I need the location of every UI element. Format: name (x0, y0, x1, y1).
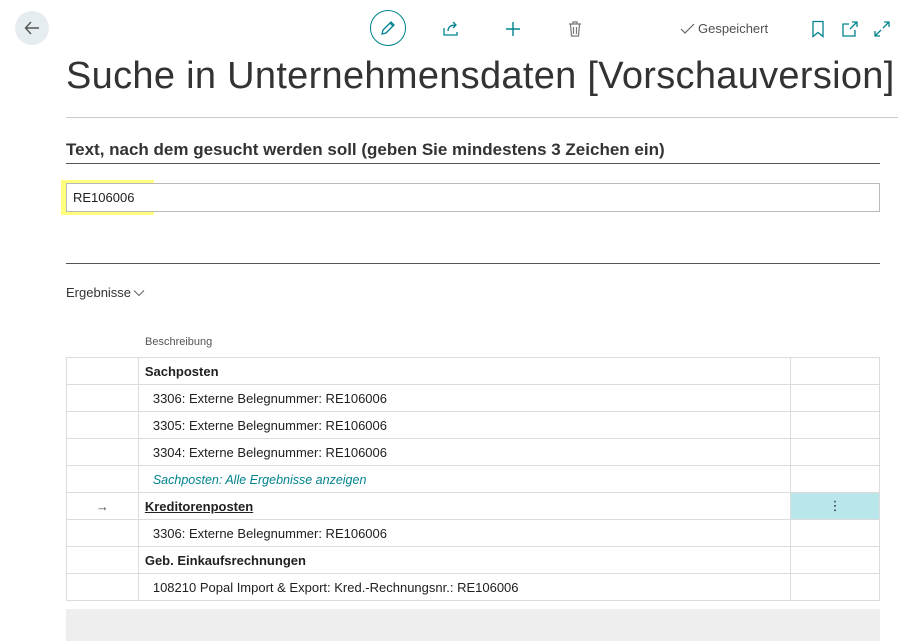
result-item[interactable]: 3305: Externe Belegnummer: RE106006 (137, 411, 792, 439)
row-action-cell (790, 519, 880, 547)
result-item[interactable]: 3306: Externe Belegnummer: RE106006 (137, 384, 792, 412)
column-header-beschreibung: Beschreibung (145, 336, 213, 348)
row-marker-cell (66, 384, 139, 412)
more-options-icon: ⋮ (828, 498, 842, 513)
search-section-divider (66, 163, 880, 164)
results-table: Sachposten 3306: Externe Belegnummer: RE… (66, 357, 880, 601)
table-row: Geb. Einkaufsrechnungen (66, 546, 880, 574)
row-marker-cell (66, 465, 139, 493)
show-all-results-link-cell[interactable]: Sachposten: Alle Ergebnisse anzeigen (137, 465, 792, 493)
search-input[interactable] (67, 184, 879, 211)
save-status: Gespeichert (680, 21, 768, 36)
row-action-cell (790, 411, 880, 439)
search-field[interactable] (66, 183, 880, 212)
row-action-cell (790, 438, 880, 466)
row-action-cell (790, 546, 880, 574)
table-row[interactable]: 3305: Externe Belegnummer: RE106006 (66, 411, 880, 439)
page-title: Suche in Unternehmensdaten [Vorschauvers… (66, 55, 895, 97)
table-row: Sachposten (66, 357, 880, 385)
row-marker-cell (66, 411, 139, 439)
search-label: Text, nach dem gesucht werden soll (gebe… (66, 140, 665, 159)
expand-icon (874, 21, 890, 37)
result-item[interactable]: 108210 Popal Import & Export: Kred.-Rech… (137, 573, 792, 601)
group-heading[interactable]: Kreditorenposten (137, 492, 792, 520)
open-new-window-icon (842, 21, 858, 37)
edit-pencil-icon (381, 21, 395, 35)
edit-button[interactable] (370, 10, 406, 46)
table-row[interactable]: 3306: Externe Belegnummer: RE106006 (66, 384, 880, 412)
title-divider (66, 117, 898, 118)
row-action-cell (790, 357, 880, 385)
row-action-cell (790, 384, 880, 412)
trash-icon (569, 21, 581, 37)
plus-icon (506, 22, 520, 36)
row-marker-cell (66, 519, 139, 547)
table-row[interactable]: 108210 Popal Import & Export: Kred.-Rech… (66, 573, 880, 601)
table-row[interactable]: Sachposten: Alle Ergebnisse anzeigen (66, 465, 880, 493)
delete-button[interactable] (565, 12, 585, 46)
group-heading: Geb. Einkaufsrechnungen (137, 546, 792, 574)
row-menu-button[interactable]: ⋮ (790, 492, 880, 520)
share-icon (443, 21, 458, 36)
open-in-new-window-button[interactable] (840, 12, 860, 46)
row-marker-cell (66, 546, 139, 574)
bookmark-icon (812, 20, 824, 38)
save-status-label: Gespeichert (698, 21, 769, 36)
row-action-cell (790, 573, 880, 601)
results-label: Ergebnisse (66, 285, 132, 300)
back-button[interactable] (15, 11, 49, 45)
current-row-arrow-icon: → (95, 498, 109, 514)
row-marker-cell (66, 357, 139, 385)
expand-button[interactable] (872, 12, 892, 46)
chevron-down-icon (133, 289, 145, 296)
table-row[interactable]: 3306: Externe Belegnummer: RE106006 (66, 519, 880, 547)
new-button[interactable] (502, 12, 524, 46)
results-section-divider (66, 263, 880, 264)
result-item[interactable]: 3306: Externe Belegnummer: RE106006 (137, 519, 792, 547)
row-marker-cell (66, 573, 139, 601)
group-heading: Sachposten (137, 357, 792, 385)
show-all-results-link[interactable]: Sachposten: Alle Ergebnisse anzeigen (153, 473, 367, 487)
row-action-cell (790, 465, 880, 493)
back-arrow-icon (24, 21, 39, 35)
row-marker-cell: → (66, 492, 139, 520)
bookmark-button[interactable] (809, 12, 827, 46)
checkmark-icon (680, 23, 695, 34)
share-button[interactable] (440, 12, 462, 46)
row-marker-cell (66, 438, 139, 466)
results-toggle[interactable]: Ergebnisse (66, 285, 145, 300)
list-footer-area (66, 609, 880, 641)
table-row[interactable]: 3304: Externe Belegnummer: RE106006 (66, 438, 880, 466)
table-row-selected[interactable]: → Kreditorenposten ⋮ (66, 492, 880, 520)
result-item[interactable]: 3304: Externe Belegnummer: RE106006 (137, 438, 792, 466)
group-heading-label[interactable]: Kreditorenposten (145, 499, 253, 514)
